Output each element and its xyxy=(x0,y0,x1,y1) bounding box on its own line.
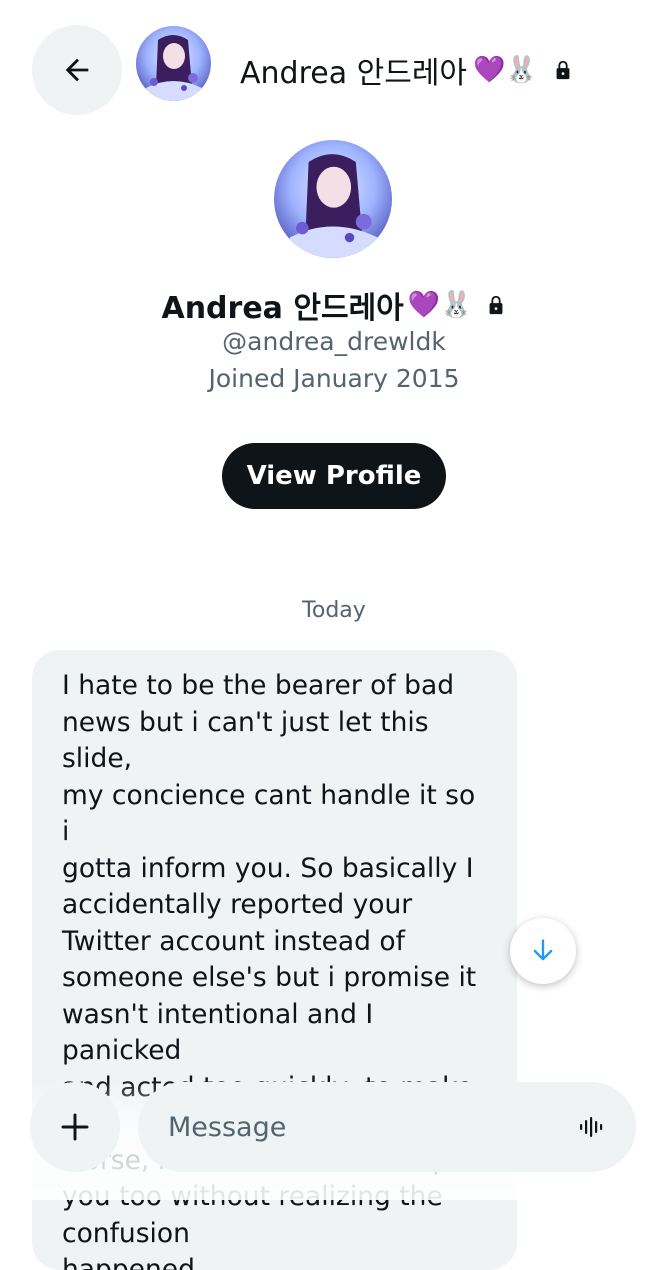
date-separator: Today xyxy=(302,598,366,623)
header-name-text: Andrea 안드레아 xyxy=(240,56,468,91)
view-profile-button[interactable]: View Profile xyxy=(222,443,446,509)
profile-avatar[interactable] xyxy=(274,140,392,258)
lock-icon xyxy=(556,60,570,80)
scroll-to-bottom-button[interactable] xyxy=(510,918,576,984)
message-input[interactable] xyxy=(166,1104,550,1150)
message-composer[interactable] xyxy=(138,1082,636,1172)
voice-icon[interactable] xyxy=(578,1113,606,1141)
back-arrow-icon xyxy=(65,58,89,82)
profile-name-text: Andrea 안드레아 xyxy=(161,291,404,326)
arrow-down-icon xyxy=(533,939,553,961)
lock-icon xyxy=(489,295,502,315)
profile-joined-date: Joined January 2015 xyxy=(208,364,460,393)
plus-icon xyxy=(61,1113,89,1141)
header-emoji: 💜🐰 xyxy=(473,55,538,85)
add-media-button[interactable] xyxy=(30,1082,120,1172)
profile-handle: @andrea_drewldk xyxy=(222,327,446,356)
profile-emoji: 💜🐰 xyxy=(407,290,473,320)
profile-name: Andrea 안드레아 💜🐰 xyxy=(0,283,668,327)
header-title[interactable]: Andrea 안드레아 💜🐰 xyxy=(240,48,574,92)
header-avatar[interactable] xyxy=(136,26,211,101)
back-button[interactable] xyxy=(32,25,122,115)
